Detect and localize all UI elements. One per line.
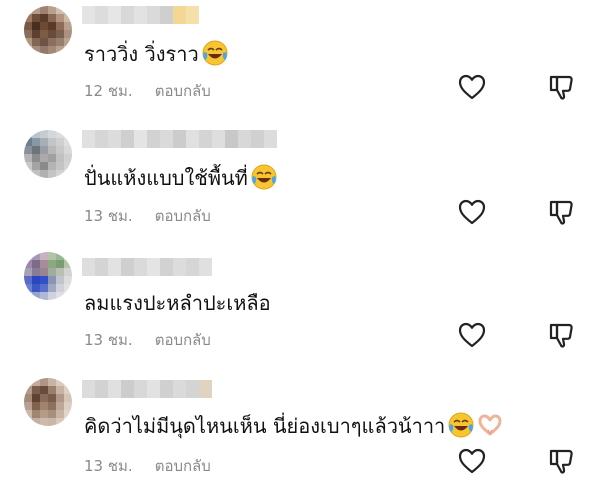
thumbs-down-icon[interactable] xyxy=(546,320,576,350)
comment-text: ลมแรงปะหลำปะเหลือ xyxy=(84,291,271,315)
comment-item: ลมแรงปะหลำปะเหลือ 13 ชม. ตอบกลับ xyxy=(0,246,600,366)
comment-meta: 12 ชม. ตอบกลับ xyxy=(84,79,211,103)
comment-text: ราววิ่ง วิ่งราว xyxy=(84,40,228,67)
face-with-tears-of-joy-icon xyxy=(448,412,474,438)
heart-outline-icon[interactable] xyxy=(457,72,487,102)
timestamp: 13 ชม. xyxy=(84,457,133,475)
thumbs-down-icon[interactable] xyxy=(546,72,576,102)
heart-hands-icon xyxy=(478,414,502,436)
thumbs-down-icon[interactable] xyxy=(546,197,576,227)
heart-outline-icon[interactable] xyxy=(457,320,487,350)
comment-meta: 13 ชม. ตอบกลับ xyxy=(84,204,211,228)
comment-item: ราววิ่ง วิ่งราว 12 ชม. ตอบกลับ xyxy=(0,0,600,120)
face-with-tears-of-joy-icon xyxy=(202,40,228,66)
reply-button[interactable]: ตอบกลับ xyxy=(155,331,211,349)
username-blurred[interactable] xyxy=(82,258,212,276)
comment-item: คิดว่าไม่มีนุดไหนเห็น นี่ย่องเบาๆแล้วน้า… xyxy=(0,370,600,490)
timestamp: 12 ชม. xyxy=(84,82,133,100)
avatar[interactable] xyxy=(24,378,72,426)
reply-button[interactable]: ตอบกลับ xyxy=(155,457,211,475)
reply-button[interactable]: ตอบกลับ xyxy=(155,82,211,100)
comment-meta: 13 ชม. ตอบกลับ xyxy=(84,328,211,352)
username-blurred[interactable] xyxy=(82,6,199,24)
thumbs-down-icon[interactable] xyxy=(546,446,576,476)
timestamp: 13 ชม. xyxy=(84,331,133,349)
heart-outline-icon[interactable] xyxy=(457,197,487,227)
comment-text: คิดว่าไม่มีนุดไหนเห็น นี่ย่องเบาๆแล้วน้า… xyxy=(84,412,503,439)
avatar[interactable] xyxy=(24,6,72,54)
avatar[interactable] xyxy=(24,130,72,178)
comment-item: ปั่นแห้งแบบใช้พื้นที่ 13 ชม. ตอบกลับ xyxy=(0,124,600,244)
comment-meta: 13 ชม. ตอบกลับ xyxy=(84,454,211,478)
comment-text: ปั่นแห้งแบบใช้พื้นที่ xyxy=(84,164,277,191)
avatar[interactable] xyxy=(24,252,72,300)
face-with-tears-of-joy-icon xyxy=(251,164,277,190)
heart-outline-icon[interactable] xyxy=(457,446,487,476)
reply-button[interactable]: ตอบกลับ xyxy=(155,207,211,225)
username-blurred[interactable] xyxy=(82,130,277,148)
timestamp: 13 ชม. xyxy=(84,207,133,225)
username-blurred[interactable] xyxy=(82,380,212,398)
